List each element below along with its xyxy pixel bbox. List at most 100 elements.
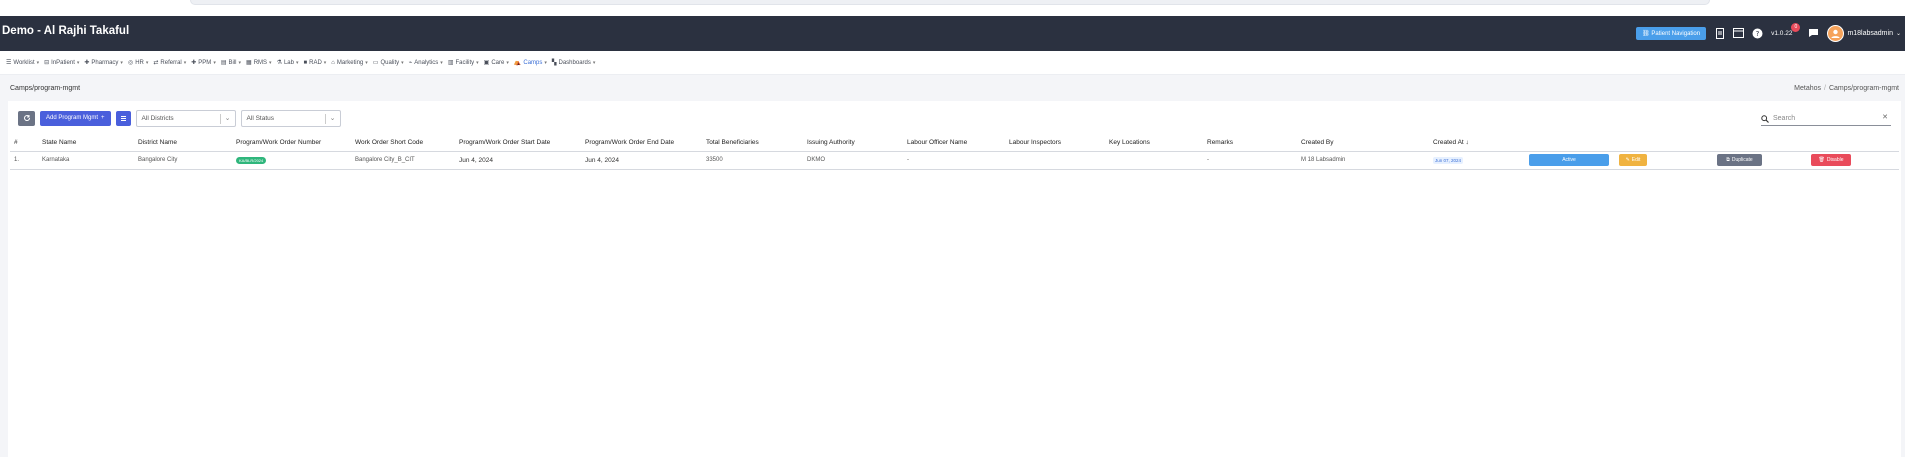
menu-item-label: Care: [491, 59, 505, 66]
menu-item-label: Bill: [228, 59, 237, 66]
menu-item-marketing[interactable]: ⌂ Marketing ▾: [331, 60, 367, 66]
svg-text:?: ?: [1756, 30, 1760, 38]
row-key-locations: [1105, 151, 1203, 170]
quality-icon: ▭: [372, 60, 379, 66]
row-num: 1.: [10, 151, 38, 170]
app-title: Demo - Al Rajhi Takaful: [2, 25, 130, 37]
content-area: Camps/program-mgmt Metahos / Camps/program…: [0, 75, 1905, 457]
chevron-down-icon: ⌄: [329, 114, 336, 122]
chevron-down-icon: ▾: [295, 59, 299, 66]
menu-item-lab[interactable]: ⚗ Lab ▾: [277, 59, 299, 67]
help-icon[interactable]: ?: [1752, 28, 1763, 39]
refresh-button[interactable]: [18, 110, 35, 126]
marketing-icon: ⌂: [331, 59, 335, 66]
districts-select[interactable]: All Districts ⌄: [135, 109, 236, 127]
col-num: #: [10, 135, 38, 152]
row-district: Bangalore City: [134, 151, 232, 170]
duplicate-button[interactable]: ⧉ Duplicate: [1717, 154, 1762, 166]
col-start-date: Program/Work Order Start Date: [455, 135, 581, 152]
status-select[interactable]: All Status ⌄: [240, 109, 341, 127]
edit-button[interactable]: ✎ Edit: [1619, 154, 1647, 166]
document-icon[interactable]: [1714, 27, 1725, 39]
menu-item-label: Camps: [523, 59, 543, 66]
menu-item-quality[interactable]: ▭ Quality ▾: [372, 59, 404, 67]
col-short-code: Work Order Short Code: [351, 135, 455, 152]
search-field[interactable]: Search ✕: [1761, 112, 1891, 126]
chevron-down-icon: ▾: [365, 59, 368, 66]
close-icon[interactable]: ✕: [1882, 113, 1888, 121]
menu-item-referral[interactable]: ⇄ Referral ▾: [153, 59, 187, 67]
disable-button[interactable]: 🗑 Disable: [1811, 154, 1851, 166]
menu-item-pharmacy[interactable]: ✚ Pharmacy ▾: [84, 59, 123, 67]
user-menu[interactable]: m18labsadmin ⌄: [1827, 24, 1901, 42]
row-created-at: Jun 07, 2024: [1429, 151, 1525, 170]
menu-item-ppm[interactable]: ✚ PPM ▾: [191, 59, 216, 67]
menu-item-rms[interactable]: ▦ RMS ▾: [246, 59, 272, 67]
camps-icon: ⛺: [513, 60, 522, 66]
created-at-badge: Jun 07, 2024: [1433, 156, 1464, 164]
row-authority: DKMO: [803, 151, 903, 170]
sort-down-icon: ↓: [1465, 139, 1469, 147]
referral-icon: ⇄: [153, 60, 159, 66]
menu-item-analytics[interactable]: ⌁ Analytics ▾: [409, 59, 443, 67]
plus-icon: +: [101, 115, 105, 121]
search-icon: [1761, 114, 1769, 123]
col-labour-inspectors: Labour Inspectors: [1005, 135, 1105, 152]
edit-icon: ✎: [1625, 157, 1630, 163]
menu-item-label: PPM: [198, 59, 212, 66]
chevron-down-icon: ▾: [36, 59, 40, 66]
add-program-button[interactable]: Add Program Mgmt +: [40, 110, 111, 126]
row-created-by: M 18 Labsadmin: [1297, 151, 1429, 170]
menu-item-hr[interactable]: ◎ HR ▾: [128, 59, 148, 67]
col-created-at[interactable]: Created At ↓: [1429, 135, 1525, 152]
row-beneficiaries: 33500: [702, 151, 803, 170]
row-action-duplicate: ⧉ Duplicate: [1713, 151, 1807, 170]
col-district: District Name: [134, 135, 232, 152]
search-input[interactable]: Search: [1773, 115, 1795, 122]
menu-item-label: Dashboards: [558, 59, 591, 66]
menu-item-camps[interactable]: ⛺ Camps ▾: [513, 59, 547, 67]
chevron-down-icon: ⌄: [1895, 30, 1901, 37]
main-menu: ☰ Worklist ▾ ⊟ InPatient ▾ ✚ Pharmacy ▾ ◎ HR ▾ ⇄ Refe…: [0, 51, 1905, 75]
menu-item-worklist[interactable]: ☰ Worklist ▾: [6, 59, 40, 67]
col-remarks: Remarks: [1203, 135, 1297, 152]
row-action-active: Active: [1525, 151, 1619, 170]
chevron-down-icon: ▾: [269, 59, 272, 66]
breadcrumb-home[interactable]: Metahos: [1794, 85, 1821, 92]
chevron-down-icon: ▾: [476, 59, 479, 66]
menu-item-bill[interactable]: ▤ Bill ▾: [220, 59, 241, 67]
patient-navigation-button[interactable]: ⛓ Patient Navigation: [1636, 26, 1707, 40]
col-key-locations: Key Locations: [1105, 135, 1203, 152]
menu-item-inpatient[interactable]: ⊟ InPatient ▾: [44, 59, 79, 67]
col-authority: Issuing Authority: [803, 135, 903, 152]
rms-icon: ▦: [246, 60, 252, 66]
menu-item-label: HR: [135, 59, 144, 66]
list-view-button[interactable]: [115, 110, 131, 126]
program-number-badge: KA/BLR/2024: [236, 156, 267, 164]
col-labour-officer: Labour Officer Name: [903, 135, 1005, 152]
active-button[interactable]: Active: [1529, 154, 1609, 166]
chat-icon[interactable]: [1808, 28, 1819, 39]
toolbar: Add Program Mgmt + All Districts ⌄ All S…: [18, 109, 341, 127]
menu-item-label: InPatient: [51, 59, 75, 66]
menu-item-label: Analytics: [414, 59, 439, 66]
main-panel: Add Program Mgmt + All Districts ⌄ All S…: [8, 101, 1901, 457]
bill-icon: ▤: [220, 60, 227, 66]
menu-item-care[interactable]: ▣ Care ▾: [484, 59, 509, 67]
dashboard-icon: ▚: [551, 60, 557, 66]
col-program-number: Program/Work Order Number: [232, 135, 351, 152]
username: m18labsadmin: [1847, 29, 1893, 37]
menu-item-label: Lab: [283, 59, 294, 66]
col-end-date: Program/Work Order End Date: [581, 135, 702, 152]
plus-icon: ✚: [84, 60, 90, 66]
bed-icon: ⊟: [44, 60, 50, 66]
menu-item-dashboards[interactable]: ▚ Dashboards ▾: [551, 59, 596, 67]
menu-item-facility[interactable]: ▥ Facility ▾: [448, 59, 479, 67]
row-state: Karnataka: [38, 151, 134, 170]
rad-icon: ■: [303, 59, 308, 66]
chevron-down-icon: ▾: [183, 59, 187, 66]
menu-item-rad[interactable]: ■ RAD ▾: [303, 60, 326, 66]
list-icon: [120, 115, 126, 121]
row-labour-officer: -: [903, 151, 1005, 170]
window-icon[interactable]: [1733, 28, 1745, 39]
